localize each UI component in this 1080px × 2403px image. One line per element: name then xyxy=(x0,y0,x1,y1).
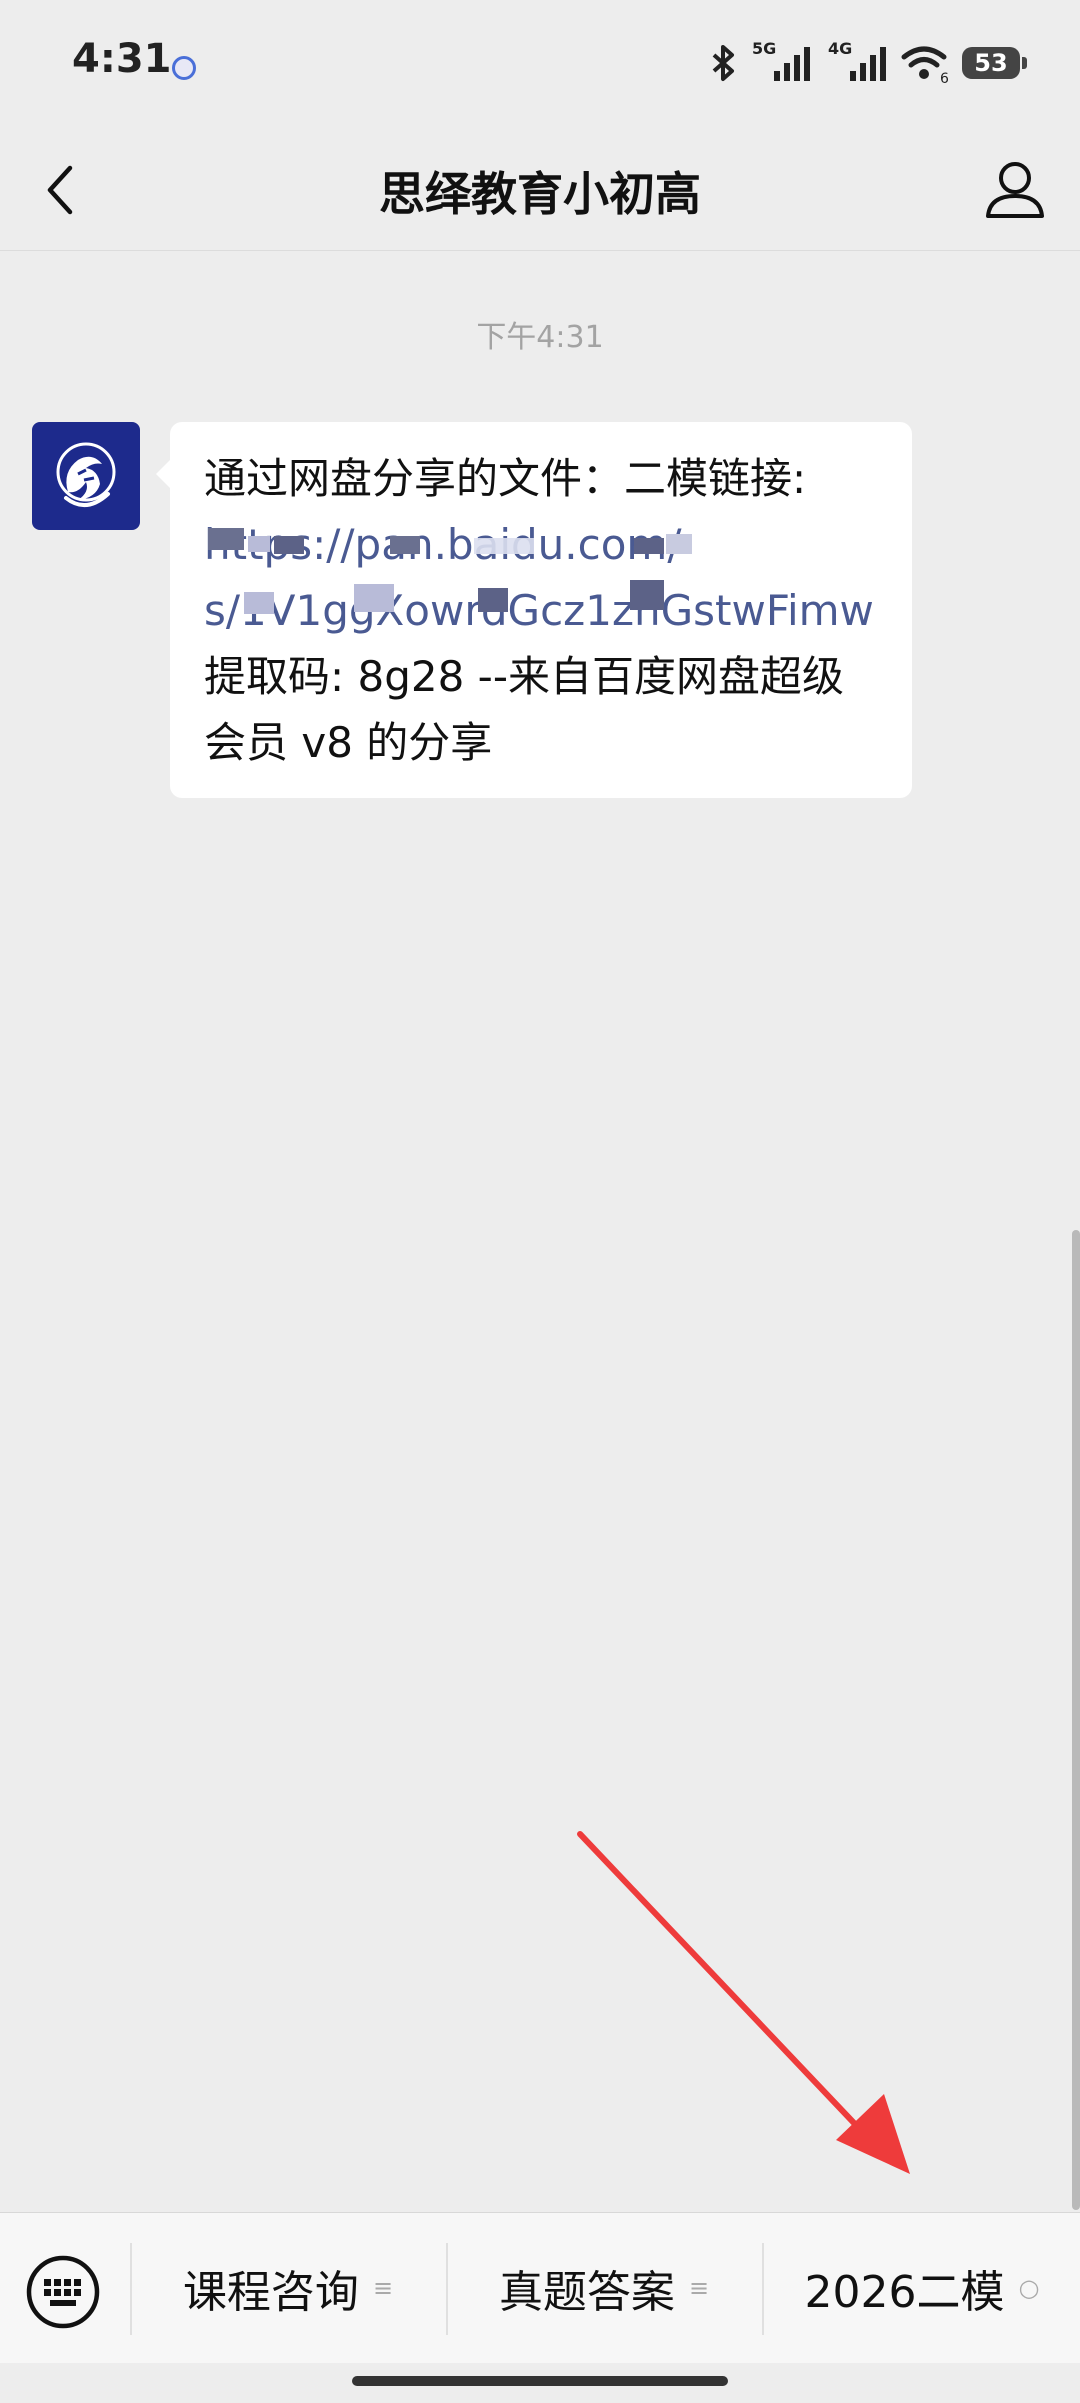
status-icons: 5G 4G 6 53 xyxy=(708,38,1027,88)
status-bar: 4:31 5G 4G 6 53 xyxy=(0,0,1080,130)
svg-text:6: 6 xyxy=(940,71,948,83)
home-indicator[interactable] xyxy=(352,2376,728,2386)
person-icon[interactable] xyxy=(980,154,1050,224)
message-timestamp: 下午4:31 xyxy=(476,320,604,355)
annotation-arrow xyxy=(577,1831,875,2145)
signal-icon: 5G xyxy=(752,39,810,81)
signal-icon-2: 4G xyxy=(828,39,886,81)
message-text-line: 会员 v8 的分享 xyxy=(204,718,493,767)
battery-icon: 53 xyxy=(962,47,1027,79)
avatar[interactable] xyxy=(32,422,140,530)
status-time: 4:31 xyxy=(72,36,172,82)
page-title: 思绎教育小初高 xyxy=(379,167,701,221)
bottom-menu: 课程咨询 ≡ 真题答案 ≡ 2026二模 ○ xyxy=(0,2212,1080,2363)
message-text-line: 提取码: 8g28 --来自百度网盘超级 xyxy=(204,652,844,701)
bluetooth-icon xyxy=(712,45,734,81)
annotation-overlay xyxy=(577,1831,1079,2357)
menu-list-icon: ≡ xyxy=(372,2274,394,2302)
menu-item-2026-mock[interactable]: 2026二模 ○ xyxy=(764,2213,1080,2363)
scrollbar[interactable] xyxy=(1072,1230,1080,2210)
tiger-logo-icon xyxy=(56,442,116,507)
message-link-cont[interactable]: s/1V1ggXowrdGcz1zhGstwFimw xyxy=(204,578,878,644)
message-link[interactable]: https://pan.baidu.com/ xyxy=(204,512,878,578)
menu-item-exam-answers[interactable]: 真题答案 ≡ xyxy=(448,2213,760,2363)
nav-bar: 思绎教育小初高 xyxy=(0,130,1080,251)
menu-list-icon: ≡ xyxy=(688,2274,710,2302)
wifi-icon: 6 xyxy=(901,46,948,83)
annotation-arrowhead xyxy=(836,2094,910,2174)
notification-icon xyxy=(172,56,196,80)
keyboard-icon[interactable] xyxy=(24,2253,102,2331)
message-text-line: 通过网盘分享的文件：二模链接: xyxy=(204,454,807,503)
menu-item-course-consult[interactable]: 课程咨询 ≡ xyxy=(132,2213,444,2363)
message-bubble[interactable]: 通过网盘分享的文件：二模链接: https://pan.baidu.com/ s… xyxy=(156,422,912,798)
chat-bubble-icon: ○ xyxy=(1018,2274,1040,2302)
